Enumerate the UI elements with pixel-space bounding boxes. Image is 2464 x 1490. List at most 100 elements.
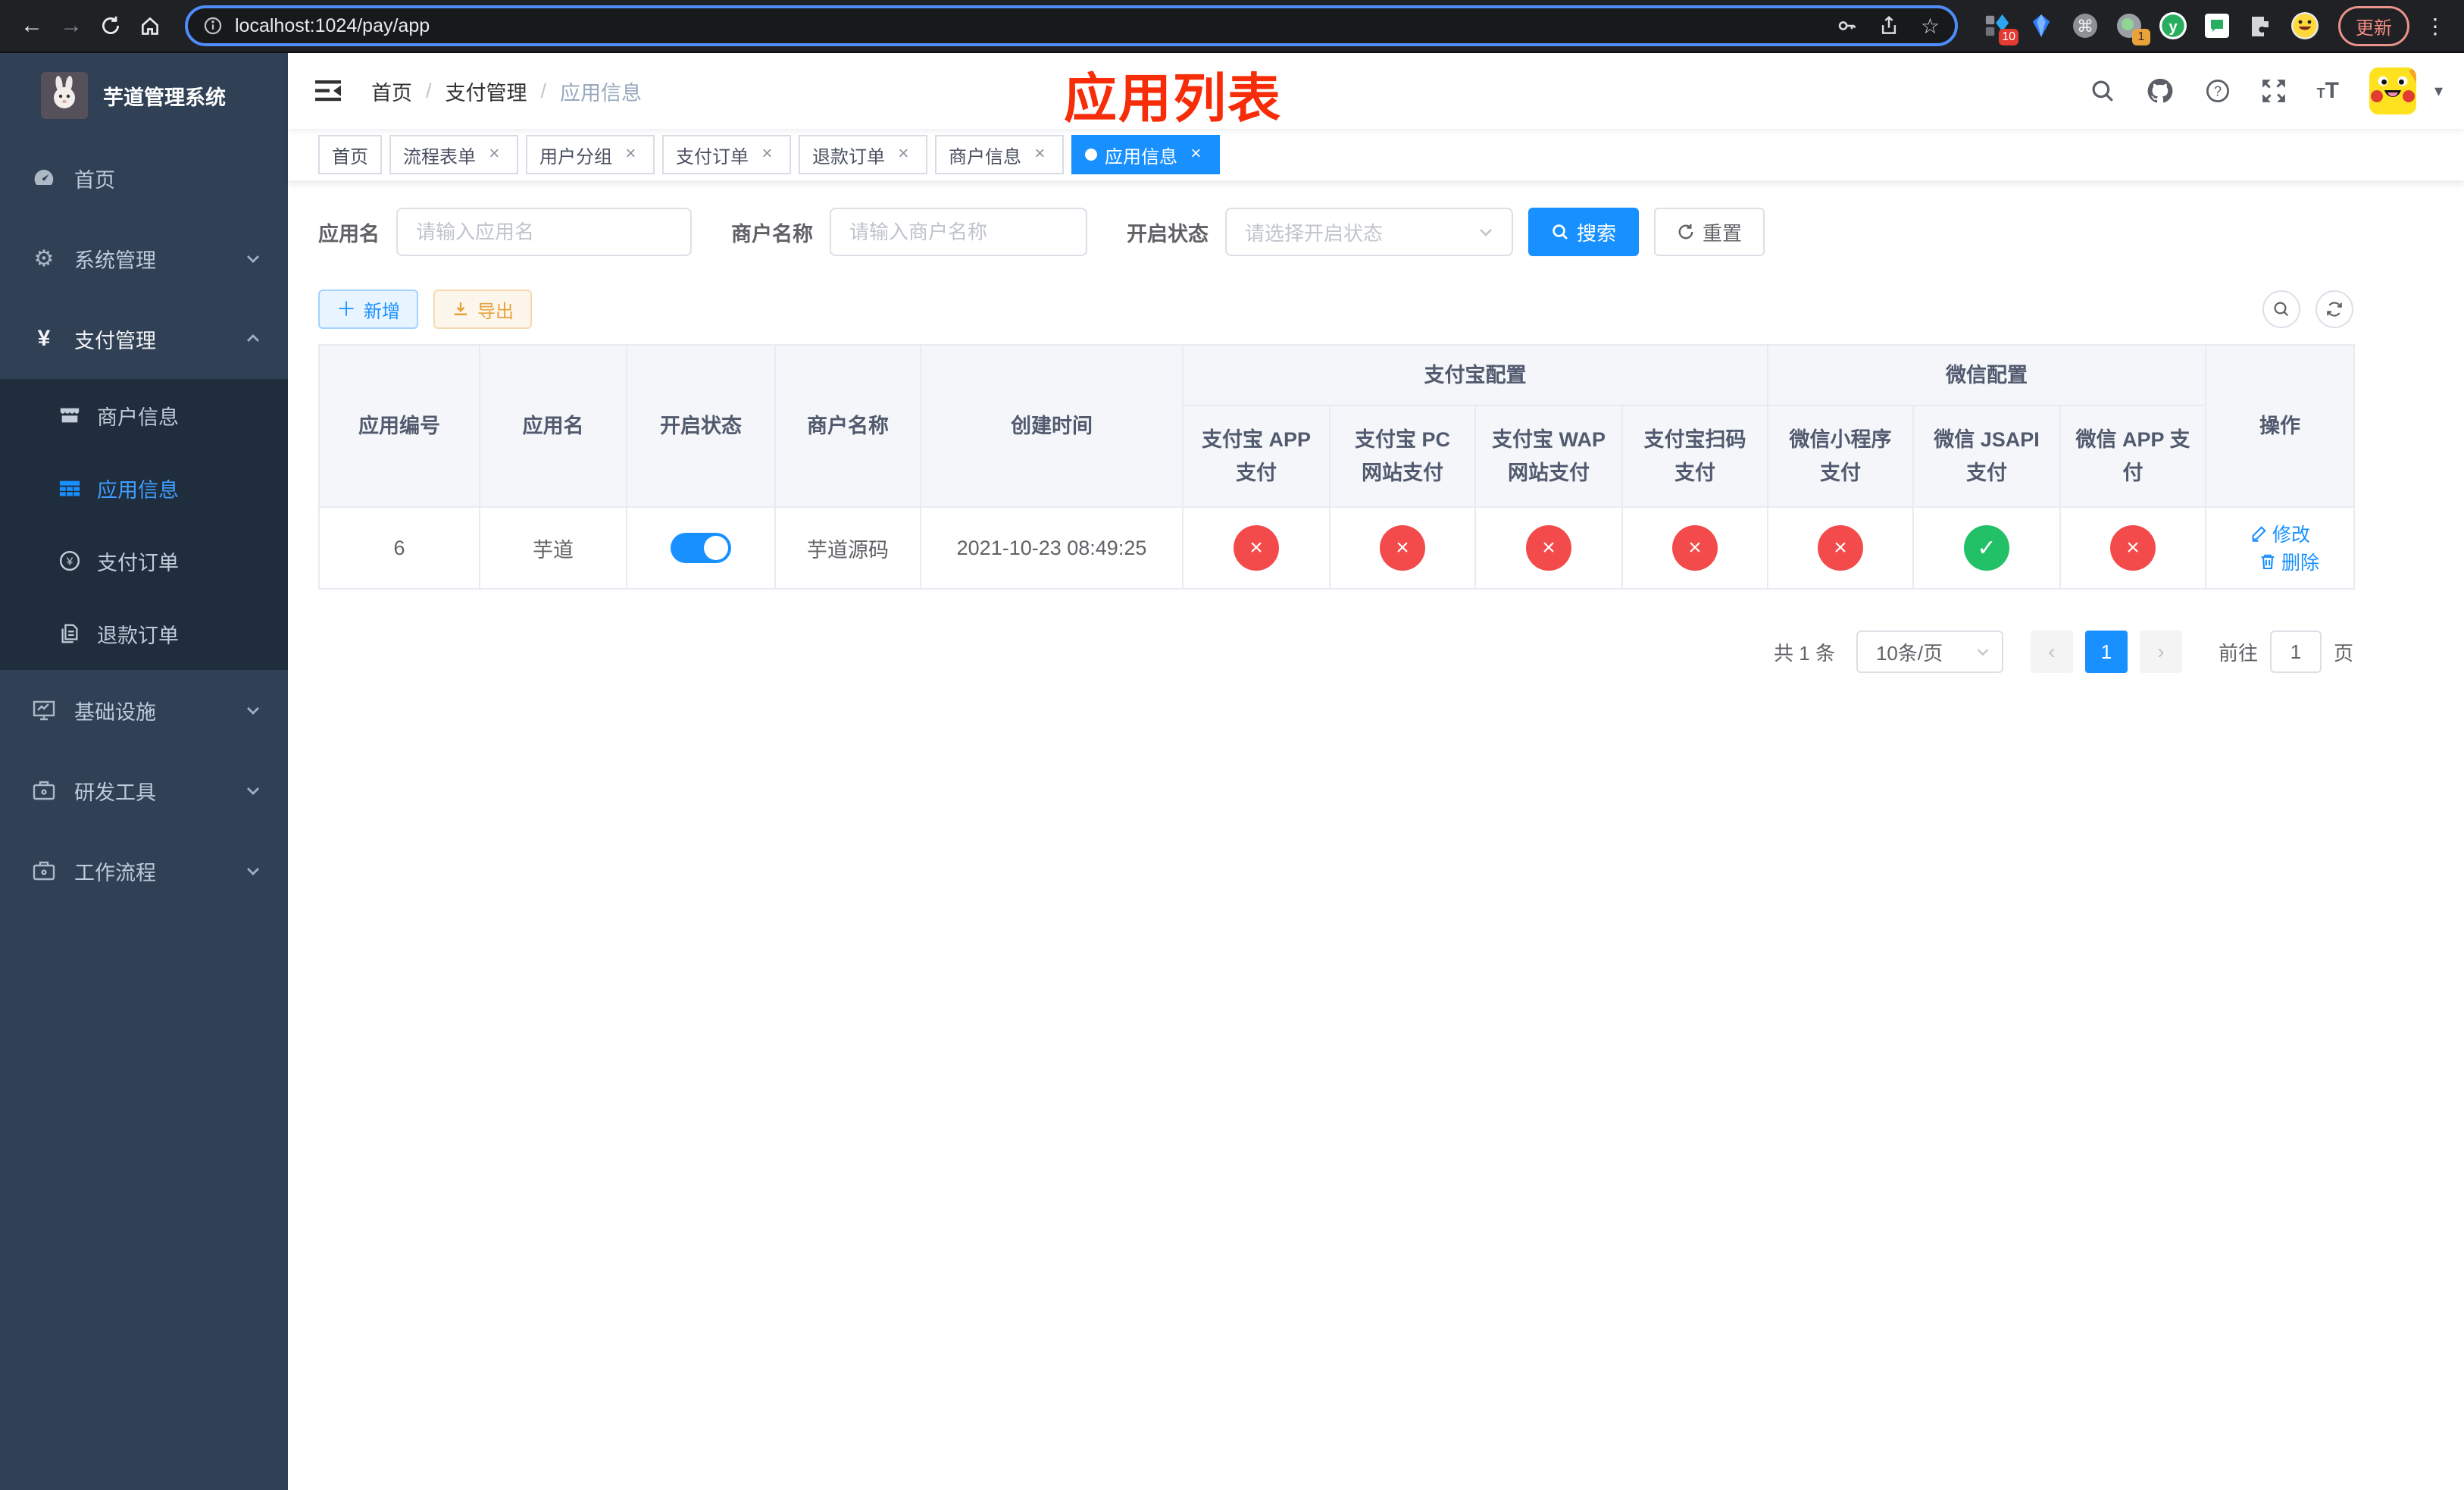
app-logo[interactable]: 芋道管理系统 [0, 53, 288, 138]
sidebar-item-devtools[interactable]: 研发工具 [0, 750, 288, 831]
tab-close-icon[interactable]: × [893, 144, 914, 165]
col-created: 创建时间 [920, 344, 1184, 508]
emoji-extension-icon[interactable] [2290, 11, 2320, 41]
refresh-icon [2327, 302, 2342, 317]
sidebar-item-pay-order[interactable]: ¥ 支付订单 [0, 524, 288, 597]
tab-close-icon[interactable]: × [483, 144, 505, 165]
puzzle-extension-icon[interactable] [2246, 11, 2276, 41]
extensions-area: 10 ⌘ 1 y [1982, 11, 2320, 45]
site-info-icon[interactable] [203, 16, 223, 36]
merchant-name-input[interactable] [830, 208, 1087, 256]
tab-商户信息[interactable]: 商户信息 × [935, 135, 1064, 174]
page-size-select[interactable]: 10条/页 [1856, 631, 2003, 673]
share-icon[interactable] [1878, 15, 1900, 36]
edit-link[interactable]: 修改 [2250, 520, 2310, 547]
yen-icon: ¥ [37, 326, 51, 351]
add-button[interactable]: ＋ 新增 [318, 290, 419, 329]
breadcrumb-payment[interactable]: 支付管理 [446, 77, 527, 106]
tab-close-icon[interactable]: × [620, 144, 641, 165]
page-unit-label: 页 [2333, 641, 2353, 665]
tab-用户分组[interactable]: 用户分组 × [526, 135, 655, 174]
edit-pen-icon [2252, 526, 2266, 542]
sidebar-fold-icon[interactable] [303, 80, 353, 102]
sidebar-item-infra[interactable]: 基础设施 [0, 670, 288, 750]
yen-circle-icon: ¥ [58, 549, 82, 572]
gear-icon: ⚙ [33, 246, 55, 271]
cell-merchant: 芋道源码 [774, 506, 921, 590]
tab-label: 商户信息 [949, 146, 1021, 167]
browser-chrome: ← → localhost:1024/pay/app ☆ 10 ⌘ 1 y 更新… [0, 0, 2464, 53]
github-icon[interactable] [2146, 77, 2175, 105]
extension-badge: 10 [1999, 29, 2018, 45]
tab-close-icon[interactable]: × [1185, 144, 1206, 165]
sidebar-item-home[interactable]: 首页 [0, 138, 288, 218]
tab-close-icon[interactable]: × [756, 144, 777, 165]
svg-text:?: ? [2214, 83, 2222, 99]
success-check-icon: ✓ [1964, 525, 2009, 571]
browser-reload-icon[interactable] [91, 6, 130, 45]
sidebar-item-app-info[interactable]: 应用信息 [0, 452, 288, 524]
tab-支付订单[interactable]: 支付订单 × [662, 135, 791, 174]
refresh-table-button[interactable] [2315, 290, 2353, 328]
col-alipay-qr: 支付宝扫码支付 [1621, 405, 1768, 508]
url-bar[interactable]: localhost:1024/pay/app ☆ [185, 5, 1958, 46]
tab-应用信息[interactable]: 应用信息 × [1071, 135, 1220, 174]
record-extension-icon[interactable]: 1 [2114, 11, 2150, 45]
command-extension-icon[interactable]: ⌘ [2070, 11, 2100, 41]
browser-forward-icon[interactable]: → [52, 6, 91, 45]
fullscreen-icon[interactable] [2261, 78, 2287, 104]
help-icon[interactable]: ? [2205, 78, 2231, 104]
avatar-caret-down-icon[interactable]: ▾ [2434, 81, 2443, 101]
next-page-button[interactable]: › [2139, 631, 2182, 673]
sidebar-item-label: 应用信息 [97, 478, 179, 502]
browser-menu-icon[interactable]: ⋮ [2419, 14, 2452, 39]
cell-alipay-qr-status: × [1621, 506, 1768, 590]
tab-流程表单[interactable]: 流程表单 × [389, 135, 518, 174]
bookmark-star-icon[interactable]: ☆ [1921, 14, 1940, 39]
chevron-down-icon [245, 783, 261, 798]
status-select[interactable]: 请选择开启状态 [1225, 208, 1513, 256]
reset-button[interactable]: 重置 [1654, 208, 1765, 256]
tab-退款订单[interactable]: 退款订单 × [799, 135, 927, 174]
tab-label: 支付订单 [676, 146, 749, 167]
gem-extension-icon[interactable] [2026, 11, 2056, 41]
grid-diamond-extension-icon[interactable]: 10 [1982, 11, 2018, 45]
y-extension-icon[interactable]: y [2158, 11, 2188, 41]
enabled-toggle[interactable] [671, 533, 731, 563]
col-app-id: 应用编号 [318, 344, 480, 508]
prev-page-button[interactable]: ‹ [2030, 631, 2073, 673]
tags-view: 首页 流程表单 × 用户分组 × 支付订单 × 退款订单 × 商户信息 × 应用信息 × [288, 129, 2464, 182]
screen: ← → localhost:1024/pay/app ☆ 10 ⌘ 1 y 更新… [0, 0, 2464, 1490]
plus-icon: ＋ [336, 298, 357, 321]
sidebar-item-system[interactable]: ⚙ 系统管理 [0, 218, 288, 299]
chat-extension-icon[interactable] [2202, 11, 2232, 41]
sidebar-item-workflow[interactable]: 工作流程 [0, 831, 288, 911]
page-size-value: 10条/页 [1875, 641, 1943, 665]
app-name-input[interactable] [396, 208, 692, 256]
browser-back-icon[interactable]: ← [12, 6, 52, 45]
password-key-icon[interactable] [1836, 15, 1857, 36]
search-button[interactable]: 搜索 [1528, 208, 1640, 256]
breadcrumb-home[interactable]: 首页 [371, 77, 412, 106]
browser-home-icon[interactable] [130, 6, 170, 45]
export-button[interactable]: 导出 [433, 290, 533, 329]
cell-alipay-wap-status: × [1474, 506, 1623, 590]
browser-update-button[interactable]: 更新 [2338, 5, 2409, 46]
goto-page-input[interactable] [2269, 631, 2322, 673]
page-number-1[interactable]: 1 [2084, 631, 2128, 673]
tab-close-icon[interactable]: × [1029, 144, 1050, 165]
delete-link[interactable]: 删除 [2259, 548, 2319, 575]
col-alipay-pc: 支付宝 PC 网站支付 [1329, 405, 1476, 508]
app-name-label: 应用名 [318, 222, 380, 246]
tab-首页[interactable]: 首页 [318, 135, 382, 174]
cell-wechat-jsapi-status: ✓ [1912, 506, 2061, 590]
user-avatar[interactable] [2369, 67, 2416, 114]
header-search-icon[interactable] [2090, 78, 2115, 104]
url-text[interactable]: localhost:1024/pay/app [235, 15, 1836, 37]
sidebar-item-payment[interactable]: ¥ 支付管理 [0, 299, 288, 379]
show-search-toggle-button[interactable] [2262, 290, 2300, 328]
font-size-icon[interactable]: TT [2317, 78, 2339, 104]
sidebar-item-refund-order[interactable]: 退款订单 [0, 597, 288, 670]
sidebar-item-merchant-info[interactable]: 商户信息 [0, 379, 288, 452]
cell-app-id: 6 [318, 506, 480, 590]
